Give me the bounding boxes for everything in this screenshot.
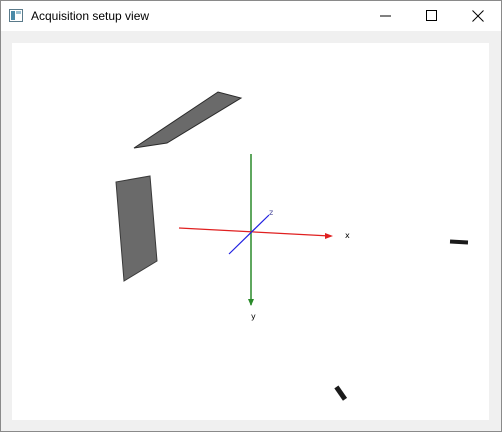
close-icon (472, 10, 484, 22)
marker-bottom (334, 385, 348, 401)
x-axis-arrow (325, 233, 333, 239)
y-axis-label: y (251, 312, 256, 321)
maximize-button[interactable] (409, 1, 455, 31)
minimize-button[interactable] (363, 1, 409, 31)
title-bar[interactable]: Acquisition setup view (1, 1, 501, 31)
x-axis-label: x (345, 231, 350, 240)
app-window: Acquisition setup view x y z (0, 0, 502, 432)
marker-right (449, 239, 469, 245)
scene-canvas[interactable]: x y z (12, 43, 489, 420)
z-axis-line (228, 214, 270, 255)
close-button[interactable] (455, 1, 501, 31)
z-axis-label: z (269, 208, 273, 217)
app-icon (9, 9, 23, 22)
maximize-icon (426, 10, 437, 21)
3d-viewport[interactable]: x y z (12, 43, 489, 420)
panel-upper (133, 91, 243, 149)
y-axis-arrow (248, 299, 254, 306)
panel-left (115, 175, 158, 282)
minimize-icon (380, 15, 391, 17)
window-title: Acquisition setup view (31, 9, 150, 23)
